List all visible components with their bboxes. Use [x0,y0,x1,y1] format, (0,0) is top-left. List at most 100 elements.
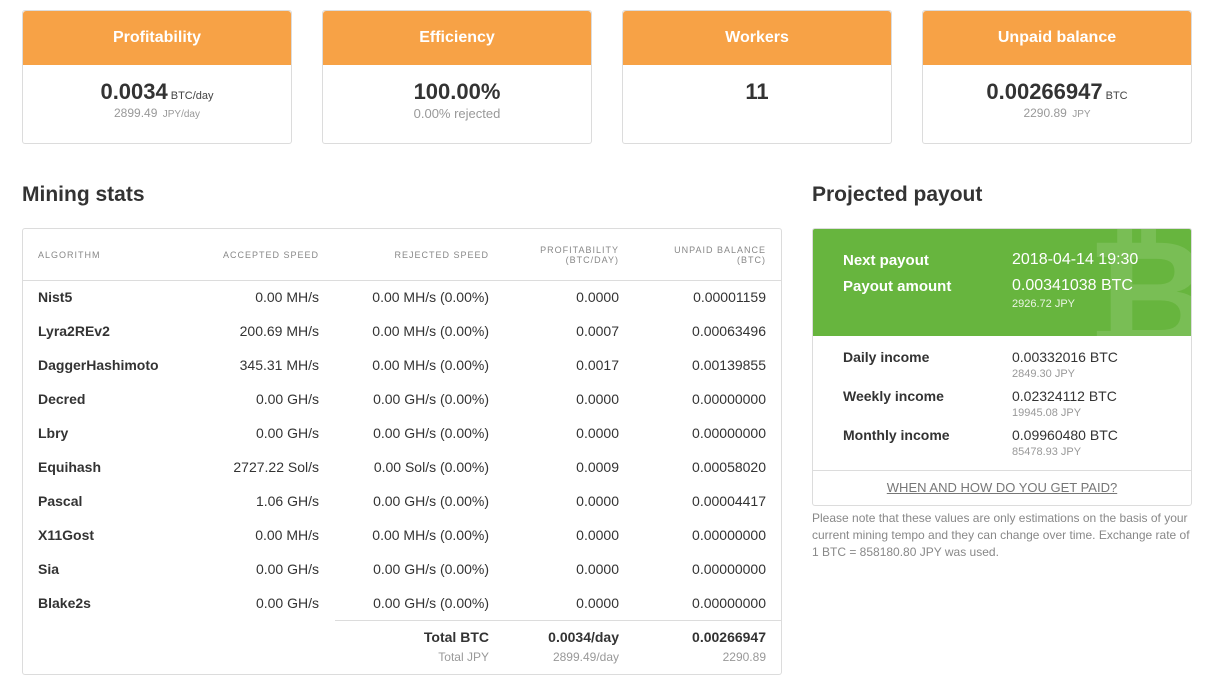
rejected-speed-cell: 0.00 GH/s (0.00%) [373,561,489,577]
rejected-speed-cell: 0.00 GH/s (0.00%) [373,595,489,611]
accepted-speed-cell: 0.00 GH/s [255,425,319,441]
unpaid-balance-cell: 0.00000000 [692,391,766,407]
accepted-speed-cell: 0.00 MH/s [255,289,319,305]
estimation-note: Please note that these values are only e… [812,511,1190,559]
mining-stats-title: Mining stats [22,183,145,206]
table-row: Blake2s 0.00 GH/s 0.00 GH/s (0.00%) 0.0000 0… [23,586,781,620]
algorithm-name-cell: Blake2s [38,595,91,611]
rejected-speed-cell: 0.00 MH/s (0.00%) [372,289,489,305]
rejected-speed-cell: 0.00 MH/s (0.00%) [372,323,489,339]
accepted-speed-cell: 2727.22 Sol/s [233,459,319,475]
total-jpy-profitability: 2899.49/day [552,650,619,664]
table-row: X11Gost 0.00 MH/s 0.00 MH/s (0.00%) 0.0000 0… [23,518,781,552]
unpaid-balance-jpy-value: 2290.89 [1023,106,1067,120]
daily-income-label: Daily income [843,349,930,365]
column-header-balance-line1: UNPAID BALANCE [674,244,766,255]
unpaid-balance-card: Unpaid balance 0.00266947 BTC 2290.89 JPY [922,10,1192,144]
profitability-cell: 0.0000 [576,493,619,509]
algorithm-name-cell: Lyra2REv2 [38,323,110,339]
accepted-speed-cell: 0.00 GH/s [255,595,319,611]
accepted-speed-cell: 345.31 MH/s [239,357,319,373]
weekly-income-jpy: 19945.08 JPY [1012,407,1082,419]
profitability-cell: 0.0009 [576,459,619,475]
algorithm-name-cell: Pascal [38,493,83,509]
profitability-jpy-unit: JPY/day [162,109,200,120]
total-jpy-label: Total JPY [438,650,489,664]
column-header-profitability[interactable]: PROFITABILITY (BTC/DAY) [540,229,619,280]
profitability-value: 0.0034 [100,79,168,104]
algorithm-name-cell: X11Gost [38,527,95,543]
unpaid-balance-value: 0.00266947 [986,79,1103,104]
unpaid-balance-cell: 0.00000000 [692,425,766,441]
payout-amount-jpy: 2926.72 JPY [1012,298,1075,310]
rejected-speed-cell: 0.00 GH/s (0.00%) [373,493,489,509]
workers-card: Workers 11 [622,10,892,144]
profitability-cell: 0.0007 [576,323,619,339]
accepted-speed-cell: 0.00 GH/s [255,391,319,407]
column-header-unpaid-balance[interactable]: UNPAID BALANCE (BTC) [674,229,766,280]
algorithm-name-cell: Sia [38,561,60,577]
unpaid-balance-cell: 0.00000000 [692,595,766,611]
unpaid-balance-cell: 0.00063496 [692,323,766,339]
weekly-income-btc: 0.02324112 BTC [1012,388,1117,404]
column-header-balance-line2: (BTC) [737,254,766,265]
unpaid-balance-cell: 0.00001159 [693,289,766,305]
profitability-card-title: Profitability [23,11,291,65]
algorithm-name-cell: Decred [38,391,86,407]
next-payout-value: 2018-04-14 19:30 [1012,251,1139,268]
algorithm-name-cell: DaggerHashimoto [38,357,159,373]
accepted-speed-cell: 0.00 GH/s [255,561,319,577]
accepted-speed-cell: 200.69 MH/s [239,323,319,339]
unpaid-balance-cell: 0.00004417 [692,493,766,509]
algorithm-name-cell: Equihash [38,459,102,475]
total-btc-profitability: 0.0034/day [548,629,619,645]
payout-amount-label: Payout amount [843,278,952,295]
efficiency-card-title: Efficiency [323,11,591,65]
rejected-speed-cell: 0.00 GH/s (0.00%) [373,391,489,407]
unpaid-balance-unit: BTC [1105,90,1128,102]
table-row: Lyra2REv2 200.69 MH/s 0.00 MH/s (0.00%) 0.0… [23,314,781,348]
table-row: Lbry 0.00 GH/s 0.00 GH/s (0.00%) 0.0000 0.00… [23,416,781,450]
next-payout-banner: ₿ Next payout 2018-04-14 19:30 Payout am… [813,229,1191,336]
monthly-income-btc: 0.09960480 BTC [1012,427,1118,443]
table-row: Sia 0.00 GH/s 0.00 GH/s (0.00%) 0.0000 0.000… [23,552,781,586]
profitability-cell: 0.0000 [576,391,619,407]
unpaid-balance-cell: 0.00139855 [692,357,766,373]
profitability-card: Profitability 0.0034 BTC/day 2899.49 JPY/… [22,10,292,144]
table-row: Decred 0.00 GH/s 0.00 GH/s (0.00%) 0.0000 0.… [23,382,781,416]
profitability-cell: 0.0000 [576,595,619,611]
projected-payout-panel: ₿ Next payout 2018-04-14 19:30 Payout am… [812,228,1192,506]
table-row: Nist5 0.00 MH/s 0.00 MH/s (0.00%) 0.0000 0.0… [23,280,781,314]
profitability-unit: BTC/day [170,90,214,102]
projected-payout-title: Projected payout [812,183,983,206]
unpaid-balance-cell: 0.00000000 [692,527,766,543]
efficiency-card: Efficiency 100.00% 0.00% rejected [322,10,592,144]
profitability-cell: 0.0000 [576,425,619,441]
profitability-cell: 0.0000 [576,561,619,577]
daily-income-btc: 0.00332016 BTC [1012,349,1118,365]
table-row: DaggerHashimoto 345.31 MH/s 0.00 MH/s (0.0… [23,348,781,382]
total-jpy-balance: 2290.89 [722,650,766,664]
unpaid-balance-cell: 0.00000000 [692,561,766,577]
totals-divider [335,620,781,621]
total-btc-balance: 0.00266947 [692,629,766,645]
column-header-accepted-speed[interactable]: ACCEPTED SPEED [223,229,319,280]
algorithm-name-cell: Lbry [38,425,69,441]
next-payout-label: Next payout [843,252,929,269]
efficiency-rejected: 0.00% rejected [413,106,501,121]
total-btc-label: Total BTC [423,629,489,645]
daily-income-jpy: 2849.30 JPY [1012,368,1075,380]
payment-info-link[interactable]: WHEN AND HOW DO YOU GET PAID? [813,480,1191,495]
rejected-speed-cell: 0.00 MH/s (0.00%) [372,527,489,543]
profitability-jpy-value: 2899.49 [114,106,158,120]
column-header-profitability-line2: (BTC/DAY) [565,254,619,265]
algorithm-name-cell: Nist5 [38,289,73,305]
table-row: Equihash 2727.22 Sol/s 0.00 Sol/s (0.00%) 0… [23,450,781,484]
mining-stats-table: ALGORITHM ACCEPTED SPEED REJECTED SPEED … [22,228,782,675]
unpaid-balance-jpy-unit: JPY [1072,109,1091,120]
column-header-profitability-line1: PROFITABILITY [540,244,619,255]
column-header-rejected-speed[interactable]: REJECTED SPEED [394,229,489,280]
column-header-algorithm[interactable]: ALGORITHM [38,229,101,280]
weekly-income-label: Weekly income [843,388,944,404]
table-row: Pascal 1.06 GH/s 0.00 GH/s (0.00%) 0.0000 0.… [23,484,781,518]
